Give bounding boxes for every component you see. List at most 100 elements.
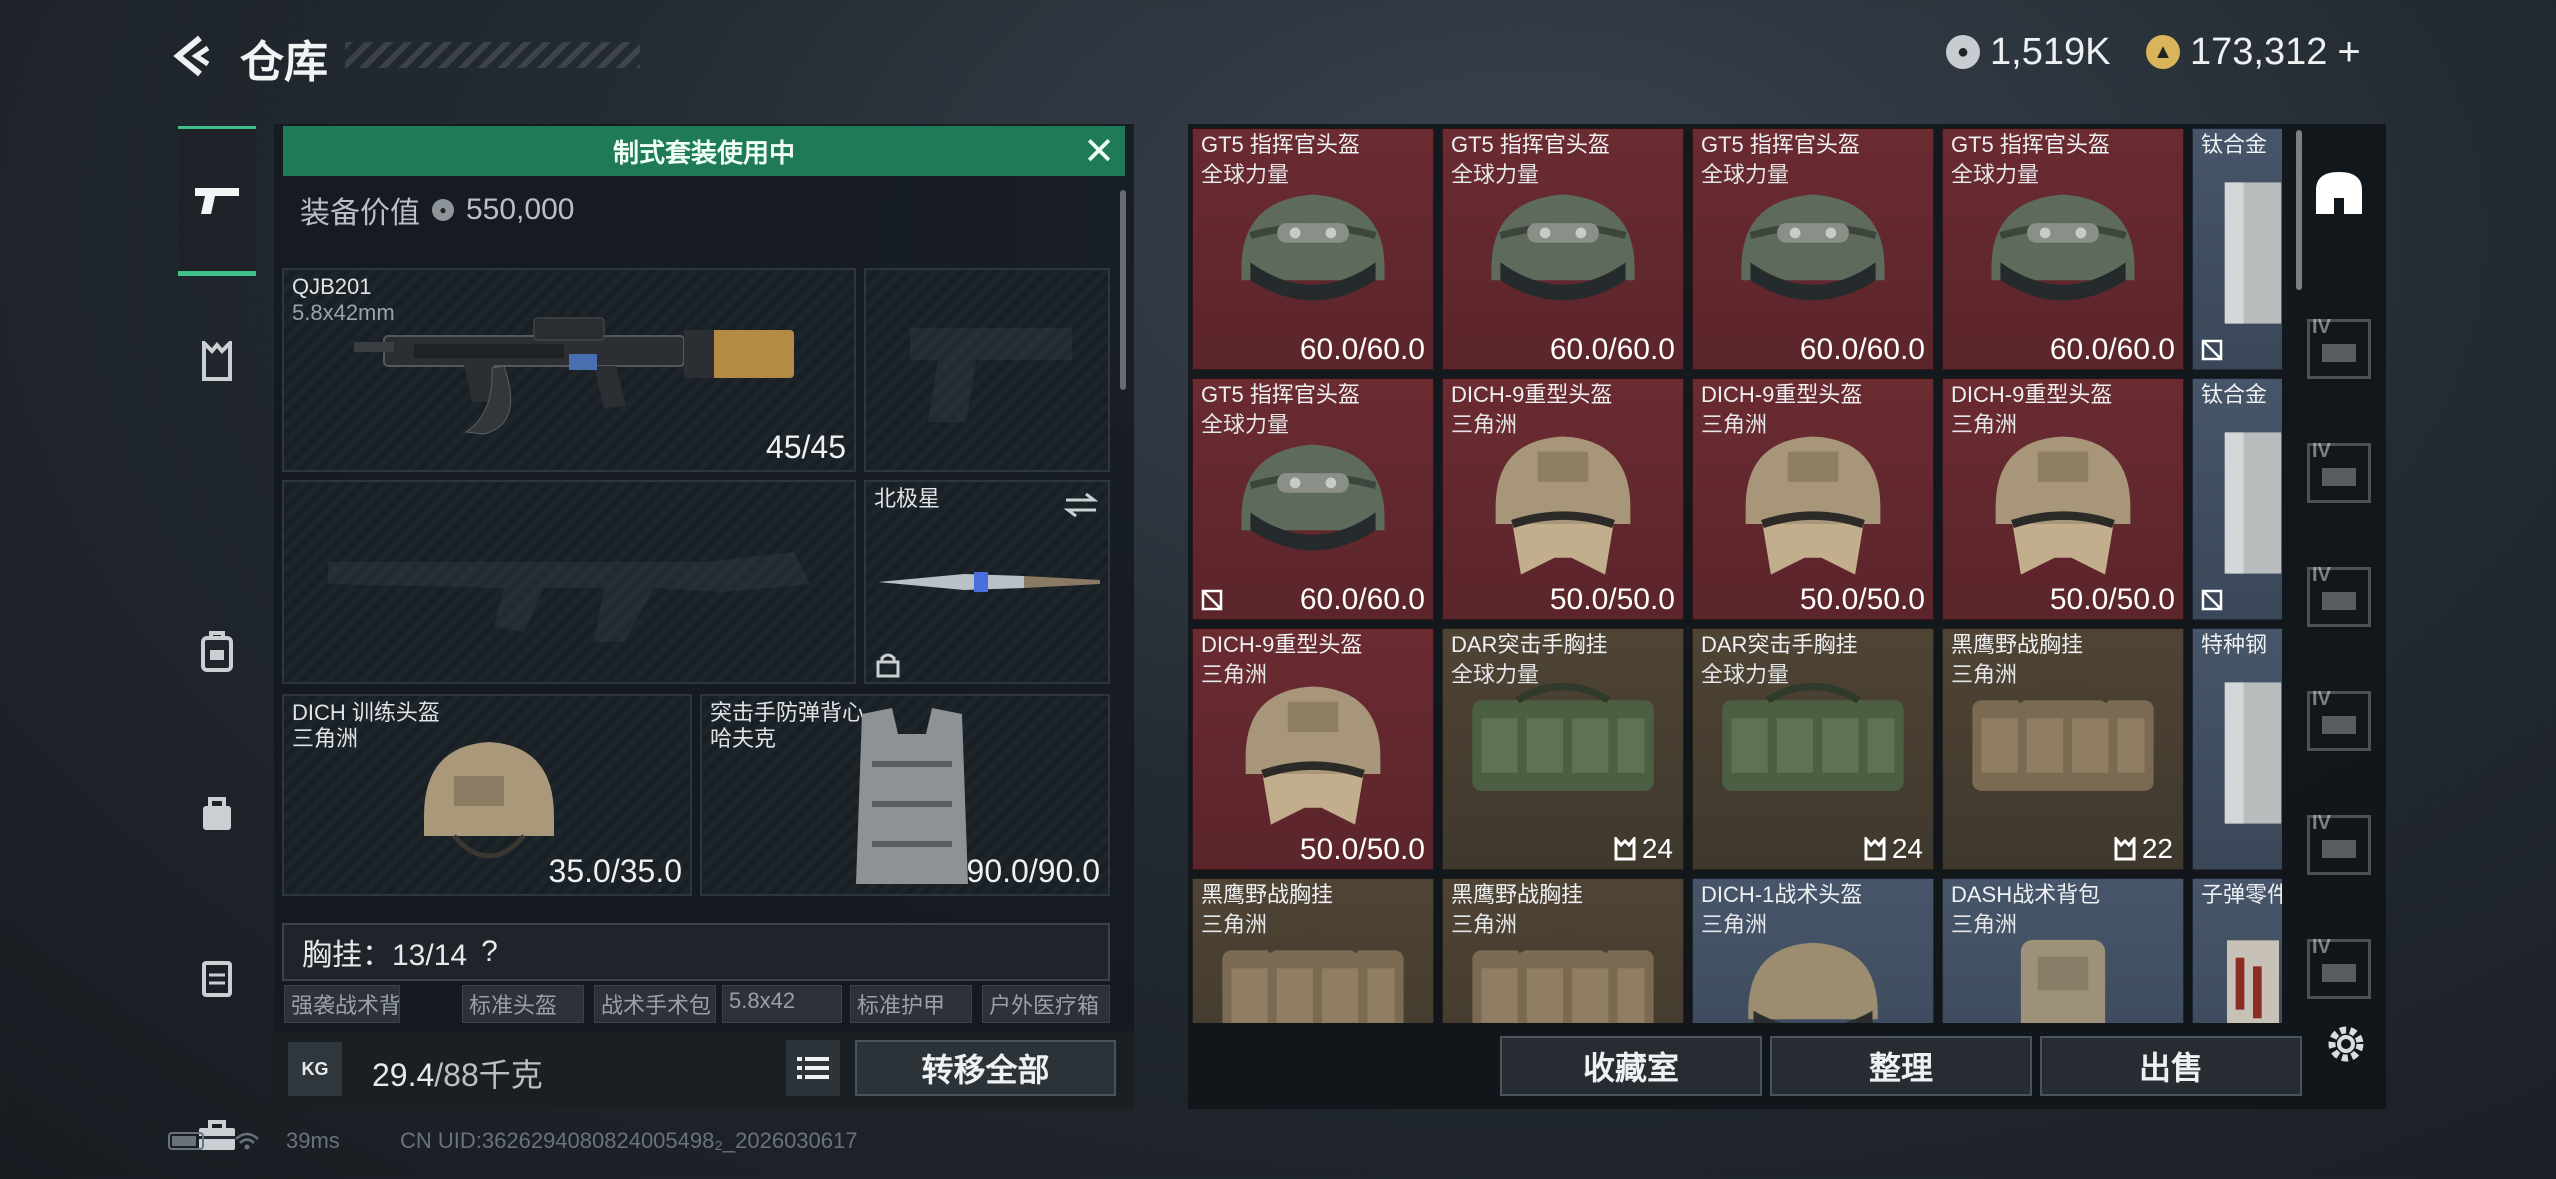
- inventory-item[interactable]: 黑鹰野战胸挂 三角洲: [1442, 878, 1684, 1023]
- loadout-scrollbar[interactable]: [1120, 190, 1126, 390]
- equip-value: 装备价值 ● 550,000: [300, 188, 574, 232]
- chip-item[interactable]: 户外医疗箱: [982, 985, 1110, 1023]
- helmet-name: DICH 训练头盔: [292, 700, 440, 725]
- helmet-map: 三角洲: [292, 726, 359, 751]
- status-line: 39ms: [168, 1128, 340, 1154]
- case-icon: [202, 961, 232, 997]
- inventory-item[interactable]: GT5 指挥官头盔 全球力量 60.0/60.0: [1692, 128, 1934, 370]
- inventory-item[interactable]: DICH-9重型头盔 三角洲 50.0/50.0: [1442, 378, 1684, 620]
- item-durability: 50.0/50.0: [1299, 833, 1425, 866]
- item-name: 钛合金: [2201, 382, 2268, 407]
- chip-item[interactable]: 战术手术包: [594, 985, 716, 1023]
- nav-item-chest-rig[interactable]: [178, 286, 256, 436]
- category-tier-item[interactable]: IV: [2292, 662, 2386, 780]
- inventory-item[interactable]: 特种钢: [2192, 628, 2282, 870]
- nav-item-backpack[interactable]: [178, 576, 256, 726]
- list-icon: [797, 1057, 829, 1079]
- settings-button[interactable]: [2318, 1016, 2374, 1072]
- tier-label: IV: [2312, 688, 2331, 710]
- item-durability: 60.0/60.0: [1299, 583, 1425, 616]
- category-all[interactable]: [2292, 134, 2386, 252]
- nav-item-toolbox[interactable]: [178, 1060, 256, 1179]
- chip-item[interactable]: 标准头盔: [462, 985, 584, 1023]
- battery-icon: [168, 1132, 204, 1150]
- category-tier-item[interactable]: IV: [2292, 538, 2386, 656]
- inventory-item[interactable]: DICH-1战术头盔 三角洲: [1692, 878, 1934, 1023]
- chest-capacity-row[interactable]: 胸挂：13/14 ?: [282, 923, 1110, 981]
- inventory-item[interactable]: DICH-9重型头盔 三角洲 50.0/50.0: [1192, 628, 1434, 870]
- item-name: DICH-9重型头盔: [1201, 632, 1363, 657]
- equip-value-amount: 550,000: [466, 193, 575, 226]
- plate-icon: [2193, 173, 2282, 333]
- item-name: DICH-1战术头盔: [1701, 882, 1863, 907]
- item-capacity: 22: [2141, 833, 2173, 864]
- item-durability: 50.0/50.0: [1549, 583, 1675, 616]
- primary-weapon-slot[interactable]: QJB201 5.8x42mm 45/45: [282, 268, 856, 472]
- helmet-dich9-icon: [1693, 423, 1933, 583]
- currency-primary[interactable]: ● 1,519K: [1946, 28, 2110, 76]
- swap-icon[interactable]: [1064, 492, 1098, 518]
- weight-max: /88千克: [434, 1057, 543, 1093]
- helmet-slot[interactable]: DICH 训练头盔 三角洲 35.0/35.0: [282, 694, 692, 896]
- chip-item[interactable]: 强袭战术背心: [284, 985, 400, 1023]
- list-view-button[interactable]: [786, 1040, 840, 1096]
- sell-button[interactable]: 出售: [2040, 1036, 2302, 1096]
- item-durability: 60.0/60.0: [2049, 333, 2175, 366]
- rig-green-icon: [1693, 673, 1933, 809]
- secondary-weapon-slot[interactable]: [864, 268, 1110, 472]
- item-durability: 60.0/60.0: [1799, 333, 1925, 366]
- coin-icon: ●: [1946, 35, 1980, 69]
- inventory-item[interactable]: 钛合金: [2192, 128, 2282, 370]
- inventory-item[interactable]: DAR突击手胸挂 全球力量 24: [1692, 628, 1934, 870]
- item-capacity-badge: 22: [2114, 833, 2173, 865]
- chest-capacity-label: 胸挂：13/14: [302, 939, 468, 972]
- rig-small-icon: [1864, 837, 1886, 861]
- close-icon[interactable]: ✕: [1078, 131, 1120, 173]
- plate-icon: [2193, 673, 2282, 833]
- helmet-dich9-icon: [1193, 673, 1433, 833]
- category-tier-item[interactable]: IV: [2292, 414, 2386, 532]
- uid-text: CN UID:3626294080824005498₂_2026030617: [400, 1128, 858, 1153]
- collection-button[interactable]: 收藏室: [1500, 1036, 1762, 1096]
- armor-slot[interactable]: 突击手防弹背心 哈夫克 90.0/90.0: [700, 694, 1110, 896]
- no-insure-icon: [1201, 589, 1223, 611]
- armor-map: 哈夫克: [710, 726, 777, 751]
- inventory-item[interactable]: GT5 指挥官头盔 全球力量 60.0/60.0: [1192, 128, 1434, 370]
- help-icon[interactable]: ?: [481, 935, 498, 969]
- chip-item[interactable]: 5.8x42: [722, 985, 842, 1023]
- inventory-item[interactable]: DASH战术背包 三角洲: [1942, 878, 2184, 1023]
- item-capacity: 24: [1641, 833, 1673, 864]
- inventory-item[interactable]: GT5 指挥官头盔 全球力量 60.0/60.0: [1442, 128, 1684, 370]
- sort-button[interactable]: 整理: [1770, 1036, 2032, 1096]
- nav-item-weapons[interactable]: [178, 126, 256, 276]
- melee-slot[interactable]: 北极星: [864, 480, 1110, 684]
- helmet-gt5-icon: [1693, 173, 1933, 325]
- category-tier-item[interactable]: IV: [2292, 786, 2386, 904]
- inventory-item[interactable]: 黑鹰野战胸挂 三角洲 22: [1942, 628, 2184, 870]
- secondary-rifle-slot[interactable]: [282, 480, 856, 684]
- inventory-item[interactable]: 钛合金: [2192, 378, 2282, 620]
- category-tier-item[interactable]: IV: [2292, 290, 2386, 408]
- inventory-item[interactable]: DICH-9重型头盔 三角洲 50.0/50.0: [1692, 378, 1934, 620]
- inventory-item[interactable]: 黑鹰野战胸挂 三角洲: [1192, 878, 1434, 1023]
- inventory-item[interactable]: DICH-9重型头盔 三角洲 50.0/50.0: [1942, 378, 2184, 620]
- currency-add-button[interactable]: +: [2337, 30, 2360, 75]
- item-durability: 50.0/50.0: [1799, 583, 1925, 616]
- currency-secondary[interactable]: ▲ 173,312 +: [2146, 28, 2361, 76]
- inventory-item[interactable]: 子弹零件切: [2192, 878, 2282, 1023]
- item-name: 子弹零件切: [2201, 882, 2282, 907]
- category-tier-item[interactable]: IV: [2292, 910, 2386, 1028]
- nav-item-case[interactable]: [178, 902, 256, 1052]
- pistol-silhouette-icon: [910, 328, 1072, 422]
- vest-icon: [856, 708, 968, 884]
- inventory-item[interactable]: GT5 指挥官头盔 全球力量 60.0/60.0: [1942, 128, 2184, 370]
- inventory-item[interactable]: DAR突击手胸挂 全球力量 24: [1442, 628, 1684, 870]
- rig-green-icon: [1443, 673, 1683, 809]
- backpack-icon: [201, 631, 233, 672]
- back-button[interactable]: [164, 28, 220, 84]
- chip-item[interactable]: 标准护甲: [850, 985, 972, 1023]
- transfer-all-button[interactable]: 转移全部: [855, 1040, 1116, 1096]
- inventory-item[interactable]: GT5 指挥官头盔 全球力量 60.0/60.0: [1192, 378, 1434, 620]
- nav-item-bag[interactable]: [178, 738, 256, 888]
- triangle-coin-icon: ▲: [2146, 35, 2180, 69]
